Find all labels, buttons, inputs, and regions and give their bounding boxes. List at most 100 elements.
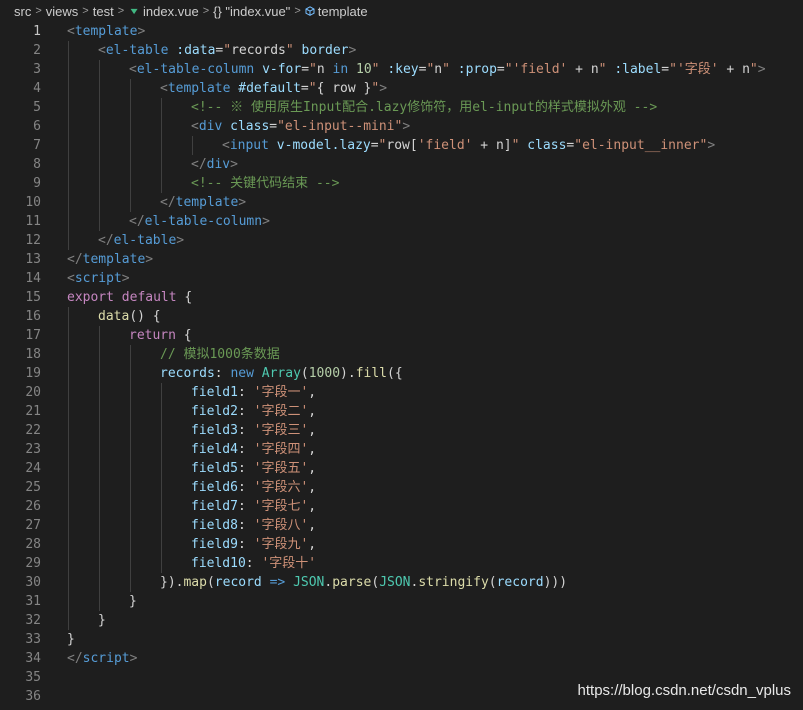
code-token: > xyxy=(145,252,154,267)
code-line[interactable]: 9 <!-- 关键代码结束 --> xyxy=(0,174,803,193)
code-line[interactable]: 14 <script> xyxy=(0,269,803,288)
code-text: // 模拟1000条数据 xyxy=(160,345,280,364)
code-line[interactable]: 11 </el-table-column> xyxy=(0,212,803,231)
code-text: <template> xyxy=(67,22,145,41)
breadcrumb-item-file[interactable]: ▼ index.vue xyxy=(128,4,199,19)
code-token: field7 xyxy=(191,499,238,514)
line-number: 19 xyxy=(25,366,41,381)
code-line[interactable]: 33} xyxy=(0,630,803,649)
breadcrumb-item-views[interactable]: views xyxy=(46,4,79,19)
code-token: > xyxy=(230,157,238,172)
code-line[interactable]: 12 </el-table> xyxy=(0,231,803,250)
indent-guide xyxy=(68,345,69,364)
code-line[interactable]: 7 <input v-model.lazy="row['field' + n]" … xyxy=(0,136,803,155)
code-token: + n xyxy=(718,62,750,77)
indent-guide xyxy=(68,60,69,79)
code-line[interactable]: 22 field3: '字段三', xyxy=(0,421,803,440)
indent-guide xyxy=(161,136,162,155)
code-text: field1: '字段一', xyxy=(191,383,316,402)
code-token: : xyxy=(237,385,254,400)
code-line[interactable]: 21 field2: '字段二', xyxy=(0,402,803,421)
code-line[interactable]: 2 <el-table :data="records" border> xyxy=(0,41,803,60)
code-line[interactable]: 31} xyxy=(0,592,803,611)
line-number: 8 xyxy=(33,157,41,172)
code-token: " xyxy=(669,62,677,77)
indent-guide xyxy=(68,174,69,193)
code-text: field6: '字段六', xyxy=(191,478,316,497)
indent-guide xyxy=(161,440,162,459)
breadcrumb-item-template[interactable]: template xyxy=(305,4,368,19)
code-token: = xyxy=(496,62,505,77)
code-token: : xyxy=(237,518,254,533)
code-token: }). xyxy=(160,575,184,590)
code-editor[interactable]: 1 <template> 2 <el-table :data="records" bo… xyxy=(0,22,803,710)
code-token: template xyxy=(74,24,138,39)
indent-guide xyxy=(68,459,69,478)
code-token: record xyxy=(214,575,262,590)
breadcrumb-item-src[interactable]: src xyxy=(14,4,31,19)
code-token: > xyxy=(348,43,357,58)
indent-guide xyxy=(68,440,69,459)
indent-guide xyxy=(130,117,131,136)
code-token: " xyxy=(223,43,232,58)
code-text: </template> xyxy=(160,193,246,212)
indent-guide xyxy=(68,573,69,592)
code-line[interactable]: 8 </div> xyxy=(0,155,803,174)
code-line[interactable]: 28 field9: '字段九', xyxy=(0,535,803,554)
breadcrumb-item-module[interactable]: {} "index.vue" xyxy=(213,4,290,19)
code-line[interactable]: 29 field10: '字段十' xyxy=(0,554,803,573)
code-line[interactable]: 27 field8: '字段八', xyxy=(0,516,803,535)
indent-guide xyxy=(99,459,100,478)
code-token: template xyxy=(82,252,146,267)
indent-guide xyxy=(130,136,131,155)
indent-guide xyxy=(99,117,100,136)
code-line[interactable]: 6 <div class="el-input--mini"> xyxy=(0,117,803,136)
line-number: 35 xyxy=(25,670,41,685)
code-line[interactable]: 5 <!-- ※ 使用原生Input配合.lazy修饰符，用el-input的样式… xyxy=(0,98,803,117)
line-number: 27 xyxy=(25,518,41,533)
code-line[interactable]: 34 </script> xyxy=(0,649,803,668)
code-text: field4: '字段四', xyxy=(191,440,316,459)
line-number: 15 xyxy=(25,290,41,305)
code-token: :data xyxy=(176,43,216,58)
code-line[interactable]: 25 field6: '字段六', xyxy=(0,478,803,497)
line-number: 16 xyxy=(25,309,41,324)
breadcrumb-label: template xyxy=(317,3,368,19)
code-line[interactable]: 18 // 模拟1000条数据 xyxy=(0,345,803,364)
code-line[interactable]: 19 records: new Array(1000).fill({ xyxy=(0,364,803,383)
code-line[interactable]: 23 field4: '字段四', xyxy=(0,440,803,459)
code-text: <!-- 关键代码结束 --> xyxy=(191,174,339,193)
code-token: field3 xyxy=(191,423,238,438)
code-token: new xyxy=(230,366,254,381)
code-token: <!-- ※ 使用原生Input配合.lazy修饰符，用el-input的样式模… xyxy=(191,100,658,115)
code-line[interactable]: 32} xyxy=(0,611,803,630)
code-text: <input v-model.lazy="row['field' + n]" c… xyxy=(222,136,715,155)
breadcrumb-item-test[interactable]: test xyxy=(93,4,114,19)
code-token: record xyxy=(496,575,544,590)
line-number: 4 xyxy=(33,81,41,96)
code-line[interactable]: 4 <template #default="{ row }"> xyxy=(0,79,803,98)
indent-guide xyxy=(99,345,100,364)
indent-guide xyxy=(68,364,69,383)
code-line[interactable]: 1 <template> xyxy=(0,22,803,41)
vue-file-icon: ▼ xyxy=(128,5,141,17)
code-line[interactable]: 13 </template> xyxy=(0,250,803,269)
code-line[interactable]: 26 field7: '字段七', xyxy=(0,497,803,516)
code-line[interactable]: 15 export default { xyxy=(0,288,803,307)
indent-guide xyxy=(68,326,69,345)
code-line[interactable]: 16 data() { xyxy=(0,307,803,326)
code-token: > xyxy=(121,271,130,286)
code-line[interactable]: 17 return { xyxy=(0,326,803,345)
code-line[interactable]: 24 field5: '字段五', xyxy=(0,459,803,478)
indent-guide xyxy=(192,136,193,155)
code-line[interactable]: 30}).map(record => JSON.parse(JSON.strin… xyxy=(0,573,803,592)
indent-guide xyxy=(161,117,162,136)
code-line[interactable]: 20 field1: '字段一', xyxy=(0,383,803,402)
indent-guide xyxy=(68,155,69,174)
code-line[interactable]: 10 </template> xyxy=(0,193,803,212)
indent-guide xyxy=(99,174,100,193)
code-line[interactable]: 3 <el-table-column v-for="n in 10" :key="… xyxy=(0,60,803,79)
code-token: = xyxy=(300,81,309,96)
